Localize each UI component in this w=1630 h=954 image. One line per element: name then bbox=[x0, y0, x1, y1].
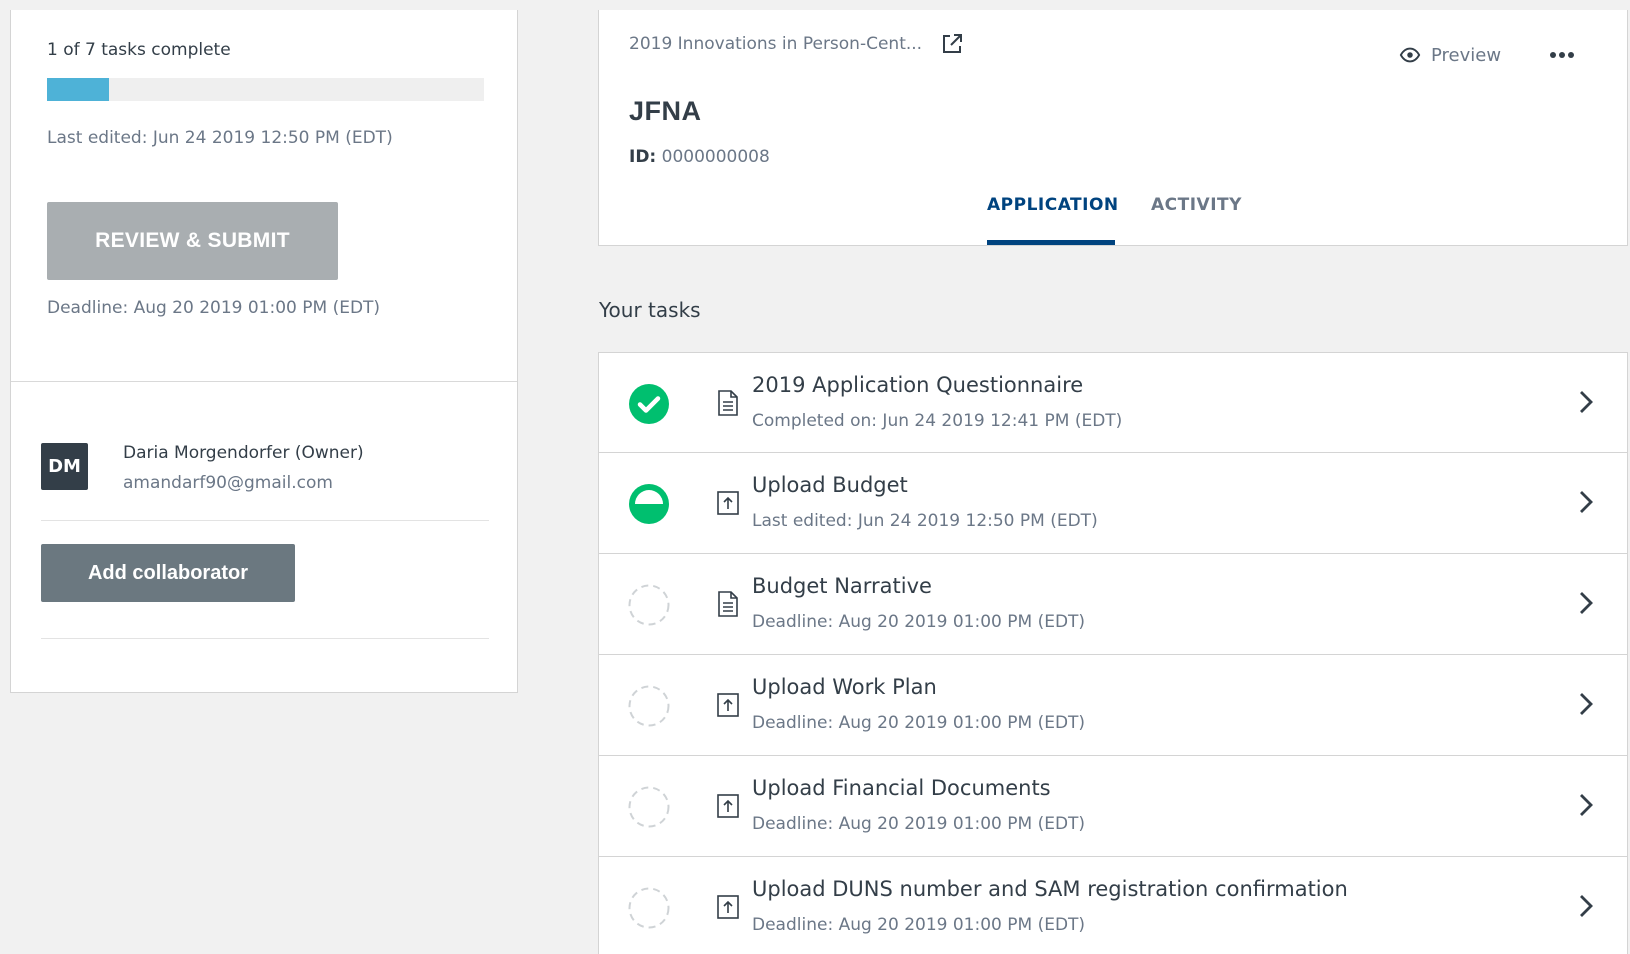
page-title: JFNA bbox=[629, 96, 702, 126]
task-row[interactable]: Upload Budget Last edited: Jun 24 2019 1… bbox=[598, 453, 1628, 554]
last-edited-text: Last edited: Jun 24 2019 12:50 PM (EDT) bbox=[47, 128, 393, 148]
task-title: Upload Budget bbox=[752, 473, 908, 497]
progress-bar bbox=[47, 78, 484, 101]
eye-icon bbox=[1399, 47, 1421, 63]
task-row[interactable]: Upload Work Plan Deadline: Aug 20 2019 0… bbox=[598, 655, 1628, 756]
not-started-icon bbox=[628, 786, 670, 828]
document-icon bbox=[718, 591, 738, 617]
chevron-right-icon[interactable] bbox=[1577, 893, 1595, 919]
chevron-right-icon[interactable] bbox=[1577, 489, 1595, 515]
id-value: 0000000008 bbox=[661, 147, 770, 167]
application-id: ID: 0000000008 bbox=[629, 147, 770, 167]
tab-application[interactable]: APPLICATION bbox=[987, 195, 1118, 245]
program-link[interactable]: 2019 Innovations in Person-Cent... bbox=[629, 34, 922, 54]
tasks-heading: Your tasks bbox=[599, 298, 701, 322]
review-submit-button[interactable]: REVIEW & SUBMIT bbox=[47, 202, 338, 280]
task-subtitle: Last edited: Jun 24 2019 12:50 PM (EDT) bbox=[752, 511, 1098, 531]
task-list: 2019 Application Questionnaire Completed… bbox=[598, 352, 1628, 954]
id-label: ID: bbox=[629, 147, 657, 167]
task-row[interactable]: Upload Financial Documents Deadline: Aug… bbox=[598, 756, 1628, 857]
external-link-icon[interactable] bbox=[940, 32, 964, 56]
preview-label: Preview bbox=[1431, 44, 1502, 66]
progress-section: 1 of 7 tasks complete Last edited: Jun 2… bbox=[11, 10, 517, 382]
task-title: Upload DUNS number and SAM registration … bbox=[752, 877, 1348, 901]
avatar: DM bbox=[41, 443, 88, 490]
chevron-right-icon[interactable] bbox=[1577, 691, 1595, 717]
not-started-icon bbox=[628, 685, 670, 727]
task-title: Upload Financial Documents bbox=[752, 776, 1051, 800]
upload-icon bbox=[717, 895, 739, 919]
task-subtitle: Deadline: Aug 20 2019 01:00 PM (EDT) bbox=[752, 915, 1086, 935]
tasks-complete-count: 1 of 7 tasks complete bbox=[47, 40, 231, 60]
in-progress-icon bbox=[629, 484, 669, 524]
task-title: Budget Narrative bbox=[752, 574, 932, 598]
more-horizontal-icon[interactable] bbox=[1547, 44, 1577, 66]
owner-row: DM Daria Morgendorfer (Owner) amandarf90… bbox=[11, 382, 517, 532]
chevron-right-icon[interactable] bbox=[1577, 590, 1595, 616]
tab-activity[interactable]: ACTIVITY bbox=[1151, 195, 1242, 245]
not-started-icon bbox=[628, 887, 670, 929]
upload-icon bbox=[717, 794, 739, 818]
task-title: 2019 Application Questionnaire bbox=[752, 373, 1084, 397]
divider bbox=[41, 638, 489, 639]
breadcrumb[interactable]: 2019 Innovations in Person-Cent... bbox=[629, 32, 964, 56]
document-icon bbox=[718, 390, 738, 416]
chevron-right-icon[interactable] bbox=[1577, 792, 1595, 818]
application-summary-panel: 1 of 7 tasks complete Last edited: Jun 2… bbox=[10, 10, 518, 693]
task-subtitle: Deadline: Aug 20 2019 01:00 PM (EDT) bbox=[752, 814, 1086, 834]
task-row[interactable]: Budget Narrative Deadline: Aug 20 2019 0… bbox=[598, 554, 1628, 655]
deadline-text: Deadline: Aug 20 2019 01:00 PM (EDT) bbox=[47, 298, 381, 318]
task-row[interactable]: 2019 Application Questionnaire Completed… bbox=[598, 352, 1628, 453]
preview-button[interactable]: Preview bbox=[1399, 44, 1501, 66]
task-subtitle: Deadline: Aug 20 2019 01:00 PM (EDT) bbox=[752, 713, 1086, 733]
progress-bar-fill bbox=[47, 78, 110, 101]
task-title: Upload Work Plan bbox=[752, 675, 937, 699]
owner-name: Daria Morgendorfer (Owner) bbox=[123, 443, 364, 463]
chevron-right-icon[interactable] bbox=[1577, 389, 1595, 415]
owner-email: amandarf90@gmail.com bbox=[123, 473, 333, 493]
not-started-icon bbox=[628, 584, 670, 626]
complete-check-icon bbox=[629, 384, 669, 424]
task-subtitle: Completed on: Jun 24 2019 12:41 PM (EDT) bbox=[752, 411, 1123, 431]
upload-icon bbox=[717, 693, 739, 717]
task-row[interactable]: Upload DUNS number and SAM registration … bbox=[598, 857, 1628, 954]
application-header: 2019 Innovations in Person-Cent... Previ… bbox=[598, 10, 1628, 246]
upload-icon bbox=[717, 491, 739, 515]
add-collaborator-button[interactable]: Add collaborator bbox=[41, 544, 295, 602]
divider bbox=[41, 520, 489, 521]
task-subtitle: Deadline: Aug 20 2019 01:00 PM (EDT) bbox=[752, 612, 1086, 632]
